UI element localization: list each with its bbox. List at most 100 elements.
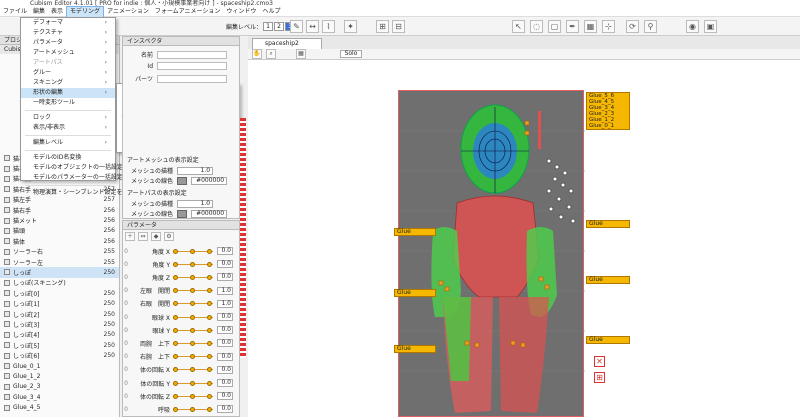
modeling-menu-item[interactable]: 一時変形ツール <box>21 98 115 108</box>
parameter-slider[interactable] <box>173 301 213 307</box>
list-item[interactable]: 猫頭 256 <box>0 226 119 236</box>
list-item[interactable]: しっぽ[0] 250 <box>0 288 119 298</box>
list-item[interactable]: 猫右手 256 <box>0 205 119 215</box>
brush-tool-icon[interactable]: ✎ <box>290 20 303 33</box>
solo-button[interactable]: Solo <box>340 50 362 58</box>
parameter-slider[interactable] <box>173 406 213 412</box>
connect-tool-icon[interactable]: ⊹ <box>602 20 615 33</box>
menu-edit[interactable]: 編集 <box>30 7 48 17</box>
menu-help[interactable]: ヘルプ <box>259 7 283 17</box>
add-param-icon[interactable]: ＋ <box>125 232 135 241</box>
pen-tool-icon[interactable]: ✒ <box>566 20 579 33</box>
pin-tool-icon[interactable]: ⚲ <box>644 20 657 33</box>
parameter-row[interactable]: 0 角度 Y 0.0 <box>123 258 239 270</box>
hand-tool-icon[interactable]: ✋ <box>252 49 262 59</box>
parameter-slider[interactable] <box>173 261 213 267</box>
list-item[interactable]: ソーラー右 255 <box>0 247 119 257</box>
parameter-row[interactable]: 0 体の回転 Z 0.0 <box>123 390 239 402</box>
parameter-row[interactable]: 0 両腕 上下 0.0 <box>123 337 239 349</box>
grid-icon[interactable]: ▦ <box>296 49 306 59</box>
modeling-menu-item[interactable]: モデルのID名変換 <box>21 153 115 163</box>
parameter-row[interactable]: 0 角度 Z 0.0 <box>123 271 239 283</box>
parameter-slider[interactable] <box>173 367 213 373</box>
list-item[interactable]: Glue_2_3 <box>0 382 119 392</box>
list-item[interactable]: しっぽ[1] 250 <box>0 298 119 308</box>
modeling-menu-item[interactable]: スキニング › <box>21 78 115 88</box>
parameter-row[interactable]: 0 左眼 開閉 1.0 <box>123 285 239 297</box>
parameter-slider[interactable] <box>173 248 213 254</box>
parts-field[interactable]: パーツ <box>123 74 227 83</box>
glue-tool-icon[interactable]: ⊞ <box>376 20 389 33</box>
list-item[interactable]: しっぽ[2] 250 <box>0 309 119 319</box>
modeling-menu-item[interactable]: モデルのパラメーターの一括設定› <box>21 173 125 183</box>
arrow-tool-icon[interactable]: ↖ <box>512 20 525 33</box>
glue-label[interactable]: Glue <box>586 336 630 344</box>
menu-animation[interactable]: アニメーション <box>104 7 152 17</box>
parameter-slider[interactable] <box>173 380 213 386</box>
mesh-type-row[interactable]: メッシュの描種 1.0 <box>131 166 214 175</box>
parameter-value[interactable]: 1.0 <box>217 299 233 308</box>
parameter-row[interactable]: 0 眼球 X 0.0 <box>123 311 239 323</box>
parameter-row[interactable]: 0 右腕 上下 0.0 <box>123 351 239 363</box>
parameter-slider[interactable] <box>173 393 213 399</box>
list-item[interactable]: ソーラー左 255 <box>0 257 119 267</box>
mesh-edit-icon[interactable]: ▦ <box>584 20 597 33</box>
parameter-slider[interactable] <box>173 340 213 346</box>
modeling-menu-item[interactable]: アートパス › <box>21 58 115 68</box>
parameter-value[interactable]: 0.0 <box>217 273 233 282</box>
mesh-color-row[interactable]: メッシュの線色 #000000 <box>131 176 228 185</box>
scroll-indicator[interactable] <box>240 118 246 358</box>
list-item[interactable]: 猫メット 256 <box>0 215 119 225</box>
edit-level-2-button[interactable]: 2 <box>274 22 285 31</box>
parameter-value[interactable]: 1.0 <box>217 286 233 295</box>
glue-label[interactable]: Glue <box>586 220 630 228</box>
modeling-menu-item[interactable]: 編集レベル › <box>21 138 115 148</box>
folder-item[interactable]: しっぽ(スキニング) <box>0 278 119 288</box>
modeling-menu-item[interactable]: アートメッシュ › <box>21 48 115 58</box>
path-color-row[interactable]: メッシュの線色 #000000 <box>131 209 228 218</box>
parameter-value[interactable]: 0.0 <box>217 326 233 335</box>
path-type-row[interactable]: メッシュの描種 1.0 <box>131 199 214 208</box>
parameter-slider[interactable] <box>173 327 213 333</box>
modeling-menu-item[interactable]: パラメータ › <box>21 38 115 48</box>
menu-window[interactable]: ウィンドウ <box>223 7 259 17</box>
edit-level-1-button[interactable]: 1 <box>263 22 274 31</box>
parameter-row[interactable]: 0 体の回転 X 0.0 <box>123 364 239 376</box>
parameter-slider[interactable] <box>173 354 213 360</box>
preview-tool-icon[interactable]: ◉ <box>686 20 699 33</box>
list-item[interactable]: 猫体 256 <box>0 236 119 246</box>
parameter-value[interactable]: 0.0 <box>217 392 233 401</box>
parameter-row[interactable]: 0 角度 X 0.0 <box>123 245 239 257</box>
parameter-row[interactable]: 0 右眼 開閉 1.0 <box>123 298 239 310</box>
parameter-slider[interactable] <box>173 288 213 294</box>
parameter-value[interactable]: 0.0 <box>217 339 233 348</box>
list-item[interactable]: Glue_3_4 <box>0 392 119 402</box>
parameter-slider[interactable] <box>173 314 213 320</box>
parameter-value[interactable]: 0.0 <box>217 405 233 414</box>
modeling-menu-item[interactable]: 形状の編集 › <box>21 88 115 98</box>
rotate-tool-icon[interactable]: ⟳ <box>626 20 639 33</box>
parameter-row[interactable]: 0 眼球 Y 0.0 <box>123 324 239 336</box>
list-item[interactable]: しっぽ[4] 250 <box>0 330 119 340</box>
param-settings-icon[interactable]: ⚙ <box>164 232 174 241</box>
glue-label[interactable]: Glue <box>394 345 436 353</box>
modeling-menu-item[interactable]: 物理演算・シーンブレンド設定を開く <box>21 188 135 198</box>
camera-tool-icon[interactable]: ▣ <box>704 20 717 33</box>
glue-list-label[interactable]: Glue_5_6 Glue_4_5 Glue_3_4 Glue_2_3 Glue_1_… <box>586 92 630 130</box>
grid-settings-icon[interactable]: ⊞ <box>594 372 605 383</box>
parameter-value[interactable]: 0.0 <box>217 260 233 269</box>
parameter-value[interactable]: 0.0 <box>217 247 233 255</box>
parameter-slider[interactable] <box>173 274 213 280</box>
warp-tool-icon[interactable]: ⌇ <box>322 20 335 33</box>
menu-modeling[interactable]: モデリング <box>66 5 105 18</box>
list-item[interactable]: しっぽ[3] 250 <box>0 319 119 329</box>
modeling-menu-item[interactable]: 表示/非表示 › <box>21 123 115 133</box>
glue-label[interactable]: Glue <box>394 228 436 236</box>
model-mesh-view[interactable] <box>399 91 585 417</box>
parameter-value[interactable]: 0.0 <box>217 379 233 387</box>
name-field[interactable]: 名前 <box>123 50 227 59</box>
modeling-menu-item[interactable]: モデルのオブジェクトの一括設定› <box>21 163 125 173</box>
list-item[interactable]: Glue_0_1 <box>0 361 119 371</box>
select-tool-icon[interactable]: ▢ <box>548 20 561 33</box>
menu-file[interactable]: ファイル <box>0 7 30 17</box>
